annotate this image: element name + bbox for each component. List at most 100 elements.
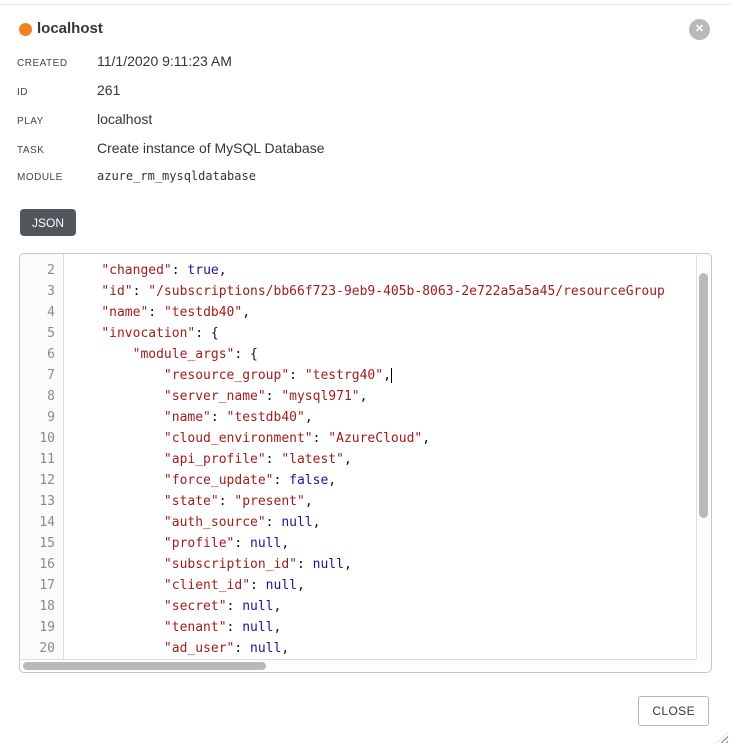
detail-row-task: TASK Create instance of MySQL Database [17, 140, 711, 169]
code-token: : [148, 305, 164, 320]
code-token: : [133, 284, 149, 299]
json-toggle-button[interactable]: JSON [20, 209, 76, 236]
code-token: "api_profile" [164, 452, 266, 467]
line-number: 20 [20, 638, 63, 659]
line-number: 11 [20, 449, 63, 470]
code-token: "module_args" [133, 347, 235, 362]
vertical-scrollbar-thumb[interactable] [699, 273, 708, 518]
vertical-scrollbar[interactable] [696, 255, 710, 659]
close-button[interactable]: CLOSE [638, 696, 709, 726]
code-token: , [383, 368, 391, 383]
code-token: "tenant" [164, 620, 227, 635]
code-token: "secret" [164, 599, 227, 614]
code-token: : [289, 368, 305, 383]
code-token: "AzureCloud" [328, 431, 422, 446]
detail-row-created: CREATED 11/1/2020 9:11:23 AM [17, 53, 711, 82]
code-line[interactable]: "invocation": { [70, 323, 696, 344]
code-token: "changed" [101, 263, 171, 278]
code-token: : [266, 515, 282, 530]
line-number: 14 [20, 512, 63, 533]
code-token: , [360, 389, 368, 404]
host-name-title: localhost [37, 20, 103, 37]
host-status-ok-dot [19, 23, 32, 36]
code-line[interactable]: "secret": null, [70, 596, 696, 617]
code-token: "mysql971" [281, 389, 359, 404]
code-token: "auth_source" [164, 515, 266, 530]
code-token: "present" [234, 494, 304, 509]
line-number: 2 [20, 260, 63, 281]
line-number: 7 [20, 365, 63, 386]
code-token: null [242, 620, 273, 635]
detail-row-play: PLAY localhost [17, 111, 711, 140]
code-token: null [242, 599, 273, 614]
code-token: "client_id" [164, 578, 250, 593]
code-token: "cloud_environment" [164, 431, 313, 446]
line-number: 16 [20, 554, 63, 575]
line-number: 10 [20, 428, 63, 449]
code-line[interactable]: "profile": null, [70, 533, 696, 554]
line-number: 12 [20, 470, 63, 491]
code-token: , [242, 305, 250, 320]
code-token: null [250, 536, 281, 551]
code-content[interactable]: "changed": true, "id": "/subscriptions/b… [64, 254, 696, 660]
code-token: : [219, 494, 235, 509]
code-line[interactable]: "ad_user": null, [70, 638, 696, 659]
code-line[interactable]: "cloud_environment": "AzureCloud", [70, 428, 696, 449]
code-line[interactable]: "force_update": false, [70, 470, 696, 491]
line-number: 5 [20, 323, 63, 344]
close-icon[interactable]: ✕ [689, 19, 710, 40]
line-number: 17 [20, 575, 63, 596]
code-token: "/subscriptions/bb66f723-9eb9-405b-8063-… [148, 284, 665, 299]
text-cursor [391, 368, 392, 383]
code-line[interactable]: "module_args": { [70, 344, 696, 365]
code-line[interactable]: "changed": true, [70, 260, 696, 281]
code-line[interactable]: "name": "testdb40", [70, 302, 696, 323]
code-token: "testrg40" [305, 368, 383, 383]
code-token: : [211, 410, 227, 425]
code-token: : [297, 557, 313, 572]
resize-grip-icon[interactable] [717, 732, 728, 743]
code-token: , [305, 494, 313, 509]
detail-value: Create instance of MySQL Database [97, 140, 325, 156]
modal-header: localhost ✕ [19, 19, 712, 43]
code-line[interactable]: "subscription_id": null, [70, 554, 696, 575]
code-line[interactable]: "name": "testdb40", [70, 407, 696, 428]
code-line[interactable]: "client_id": null, [70, 575, 696, 596]
code-token: : [266, 452, 282, 467]
code-token: "id" [101, 284, 132, 299]
code-token: "latest" [281, 452, 344, 467]
code-token: , [328, 473, 336, 488]
line-number: 3 [20, 281, 63, 302]
code-token: "name" [101, 305, 148, 320]
code-line[interactable]: "resource_group": "testrg40", [70, 365, 696, 386]
code-token: : { [195, 326, 218, 341]
code-token: "invocation" [101, 326, 195, 341]
line-number: 9 [20, 407, 63, 428]
horizontal-scrollbar-thumb[interactable] [23, 662, 266, 670]
line-number: 19 [20, 617, 63, 638]
code-line[interactable]: "id": "/subscriptions/bb66f723-9eb9-405b… [70, 281, 696, 302]
code-token: , [313, 515, 321, 530]
code-token: : [266, 389, 282, 404]
code-token: , [219, 263, 227, 278]
code-line[interactable]: "auth_source": null, [70, 512, 696, 533]
line-number: 15 [20, 533, 63, 554]
code-token: "name" [164, 410, 211, 425]
horizontal-scrollbar[interactable] [21, 659, 696, 671]
code-token: null [313, 557, 344, 572]
json-code-viewer[interactable]: 234567891011121314151617181920 "changed"… [19, 253, 712, 673]
code-token: : [227, 599, 243, 614]
detail-label: TASK [17, 145, 97, 156]
code-token: , [281, 641, 289, 656]
line-number: 4 [20, 302, 63, 323]
code-scroll-area[interactable]: 234567891011121314151617181920 "changed"… [20, 254, 696, 660]
code-line[interactable]: "api_profile": "latest", [70, 449, 696, 470]
event-details: CREATED 11/1/2020 9:11:23 AM ID 261 PLAY… [17, 53, 711, 198]
code-token: "testdb40" [227, 410, 305, 425]
code-line[interactable]: "tenant": null, [70, 617, 696, 638]
code-line[interactable]: "state": "present", [70, 491, 696, 512]
code-line[interactable]: "server_name": "mysql971", [70, 386, 696, 407]
code-token: "profile" [164, 536, 234, 551]
detail-label: ID [17, 87, 97, 98]
code-token: false [289, 473, 328, 488]
